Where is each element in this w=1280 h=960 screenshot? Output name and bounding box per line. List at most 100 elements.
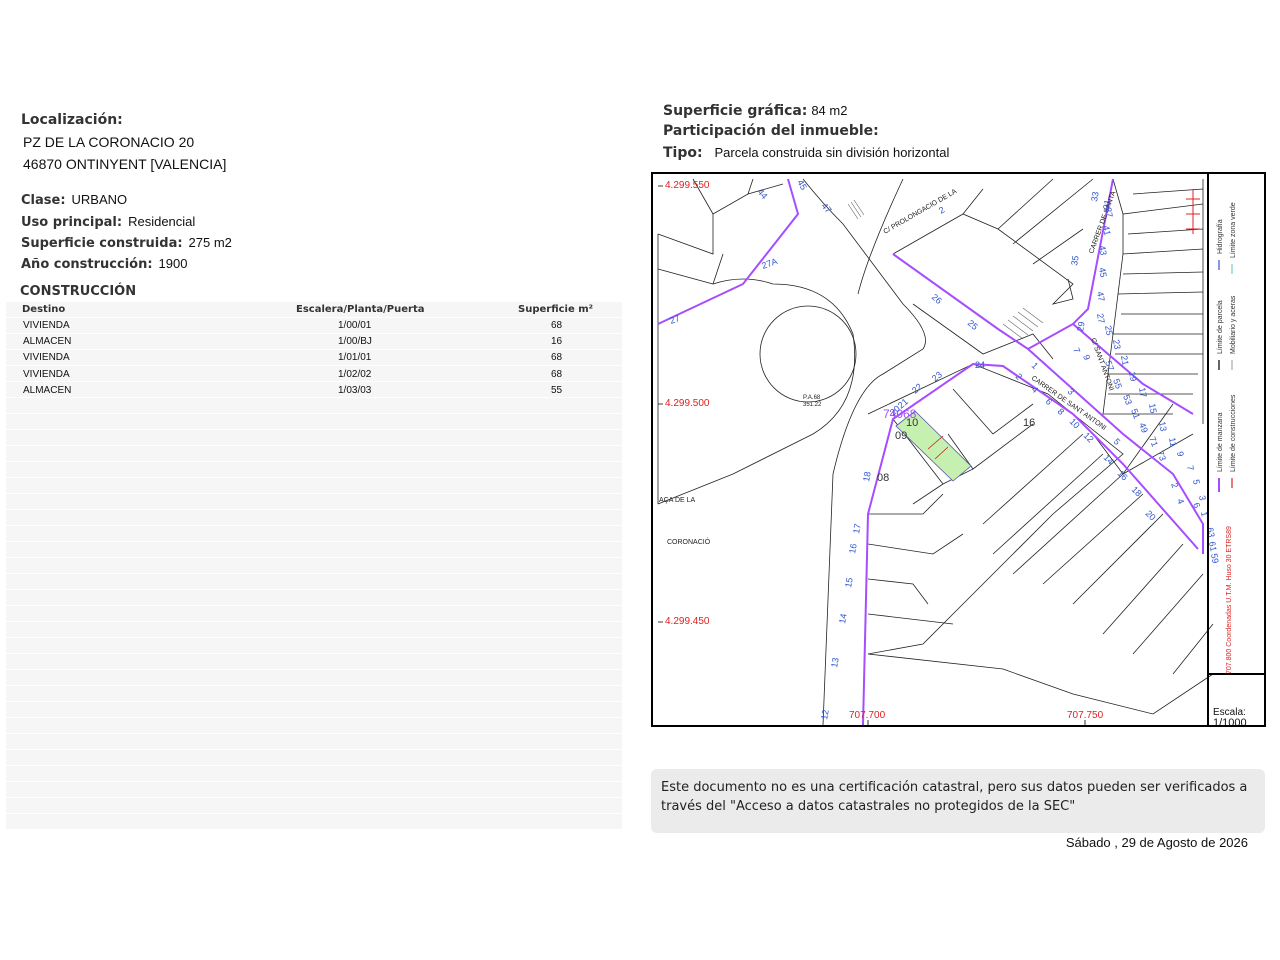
cell-escalera: 1/00/BJ — [338, 336, 372, 347]
house-number: 43 — [1097, 245, 1109, 257]
house-number: 11 — [1167, 437, 1178, 448]
map-drawing: 4.299.550 4.299.500 4.299.450 707.700 70… — [657, 174, 1264, 725]
house-number: 16 — [847, 543, 859, 555]
tipo-value: Parcela construida sin división horizont… — [714, 145, 950, 160]
pa-label: P.A.68 — [803, 395, 821, 401]
cell-escalera: 1/01/01 — [338, 352, 372, 363]
house-number: 17 — [851, 523, 863, 535]
superficie-grafica-value: 84 m2 — [811, 103, 848, 118]
house-number: 45 — [795, 178, 809, 192]
superficie-construida-row: Superficie construida: 275 m2 — [21, 235, 232, 251]
house-number: 25 — [1103, 325, 1115, 337]
house-number: 9 — [1175, 451, 1186, 458]
house-number: 3 — [1197, 495, 1208, 502]
house-number: 19 — [1127, 371, 1139, 383]
cell-escalera: 1/03/03 — [338, 385, 372, 396]
house-number: 35 — [1069, 255, 1081, 267]
house-number: 71 — [1147, 435, 1160, 448]
tipo-label: Tipo: — [663, 145, 703, 161]
cell-superficie: 16 — [551, 336, 563, 347]
house-number: 44 — [755, 187, 769, 201]
house-number: 49 — [1137, 421, 1150, 434]
house-number: 4 — [1175, 497, 1186, 505]
house-number: 17 — [1137, 387, 1149, 399]
legend-mobiliario: Mobiliario y aceras — [1230, 295, 1237, 354]
cell-superficie: 68 — [551, 369, 563, 380]
north-arrow-icon — [1186, 189, 1200, 234]
uso-value: Residencial — [128, 214, 196, 229]
house-number: 45 — [1097, 267, 1109, 279]
house-number: 2 — [937, 205, 946, 216]
plaza-label: AÇA DE LA — [659, 497, 696, 504]
coord-x-label: 707.750 — [1067, 710, 1104, 721]
parcel-number: 09 — [895, 430, 907, 442]
cell-escalera: 1/02/02 — [338, 369, 372, 380]
street-label: C/ PROLONGACIO DE LA — [883, 188, 959, 236]
house-number: 59 — [1209, 553, 1221, 565]
house-number: 12 — [1082, 430, 1096, 444]
house-number: 23 — [930, 369, 944, 383]
cell-superficie: 68 — [551, 352, 563, 363]
escala-value: 1/1000 — [1213, 717, 1247, 725]
house-number: 14 — [837, 613, 849, 625]
cell-superficie: 68 — [551, 320, 563, 331]
address-line-2: 46870 ONTINYENT [VALENCIA] — [23, 156, 227, 172]
construccion-title: CONSTRUCCIÓN — [20, 284, 137, 299]
house-number: 15 — [1147, 403, 1159, 415]
house-number: 10 — [1068, 416, 1082, 430]
house-number: 9 — [1081, 353, 1092, 361]
house-number: 27 — [1095, 313, 1107, 325]
roundabout-outer — [657, 278, 856, 505]
uso-label: Uso principal: — [21, 215, 123, 230]
legend-manzana: Límite de manzana — [1217, 412, 1224, 472]
localizacion-label: Localización: — [21, 112, 123, 128]
house-number: 20 — [1144, 508, 1158, 522]
parcel-number: 10 — [906, 417, 918, 429]
document-date: Sábado , 29 de Agosto de 2026 — [1065, 835, 1248, 850]
house-number: 7 — [1071, 346, 1082, 354]
legend-hidrografia: Hidrografía — [1217, 219, 1224, 254]
parcel-number: 16 — [1023, 417, 1035, 429]
house-number: 5 — [1112, 436, 1123, 447]
legend-construcciones: Límite de construcciones — [1230, 394, 1237, 472]
participacion-label: Participación del inmueble: — [663, 123, 879, 139]
house-number: 18 — [861, 471, 873, 483]
cell-destino: VIVIENDA — [23, 320, 70, 331]
cadastral-map: 4.299.550 4.299.500 4.299.450 707.700 70… — [651, 172, 1266, 727]
house-number: 15 — [843, 577, 855, 589]
cell-destino: ALMACEN — [23, 385, 72, 396]
house-number: 53 — [1121, 393, 1134, 406]
clase-label: Clase: — [21, 193, 66, 208]
house-number: 5 — [1191, 479, 1202, 486]
pa-label: 351.22 — [803, 402, 822, 408]
uso-row: Uso principal: Residencial — [21, 214, 195, 230]
legend-coordenadas: 707.800 Coordenadas U.T.M. Huso 30 ETRS8… — [1226, 526, 1233, 674]
parcel-number: 08 — [877, 472, 889, 484]
house-number: 51 — [1129, 407, 1142, 420]
superficie-construida-label: Superficie construida: — [21, 236, 183, 251]
cell-destino: VIVIENDA — [23, 369, 70, 380]
disclaimer-note: Este documento no es una certificación c… — [651, 769, 1265, 833]
house-number: 26 — [930, 292, 944, 306]
clase-value: URBANO — [71, 192, 128, 207]
header-destino: Destino — [22, 304, 66, 315]
tipo-row: Tipo: Parcela construida sin división ho… — [663, 144, 949, 161]
house-number: 13 — [829, 657, 841, 669]
coord-y-label: 4.299.500 — [665, 398, 710, 409]
legend-zona-verde: Límite zona verde — [1230, 202, 1237, 258]
address-line-1: PZ DE LA CORONACIO 20 — [23, 134, 195, 150]
house-number: 23 — [1111, 339, 1123, 351]
coord-y-label: 4.299.550 — [665, 180, 710, 191]
house-number: 7 — [1185, 465, 1196, 472]
anio-row: Año construcción: 1900 — [21, 256, 187, 272]
anio-value: 1900 — [158, 256, 188, 271]
cell-superficie: 55 — [551, 385, 563, 396]
house-number: 6 — [1191, 501, 1202, 509]
house-number: 63 — [1205, 527, 1217, 539]
cell-destino: VIVIENDA — [23, 352, 70, 363]
house-number: 29 — [1075, 321, 1087, 333]
anio-label: Año construcción: — [21, 257, 153, 272]
legend-parcela: Límite de parcela — [1217, 300, 1224, 354]
superficie-grafica-label: Superficie gráfica: — [663, 103, 808, 119]
house-number: 47 — [1095, 291, 1107, 303]
